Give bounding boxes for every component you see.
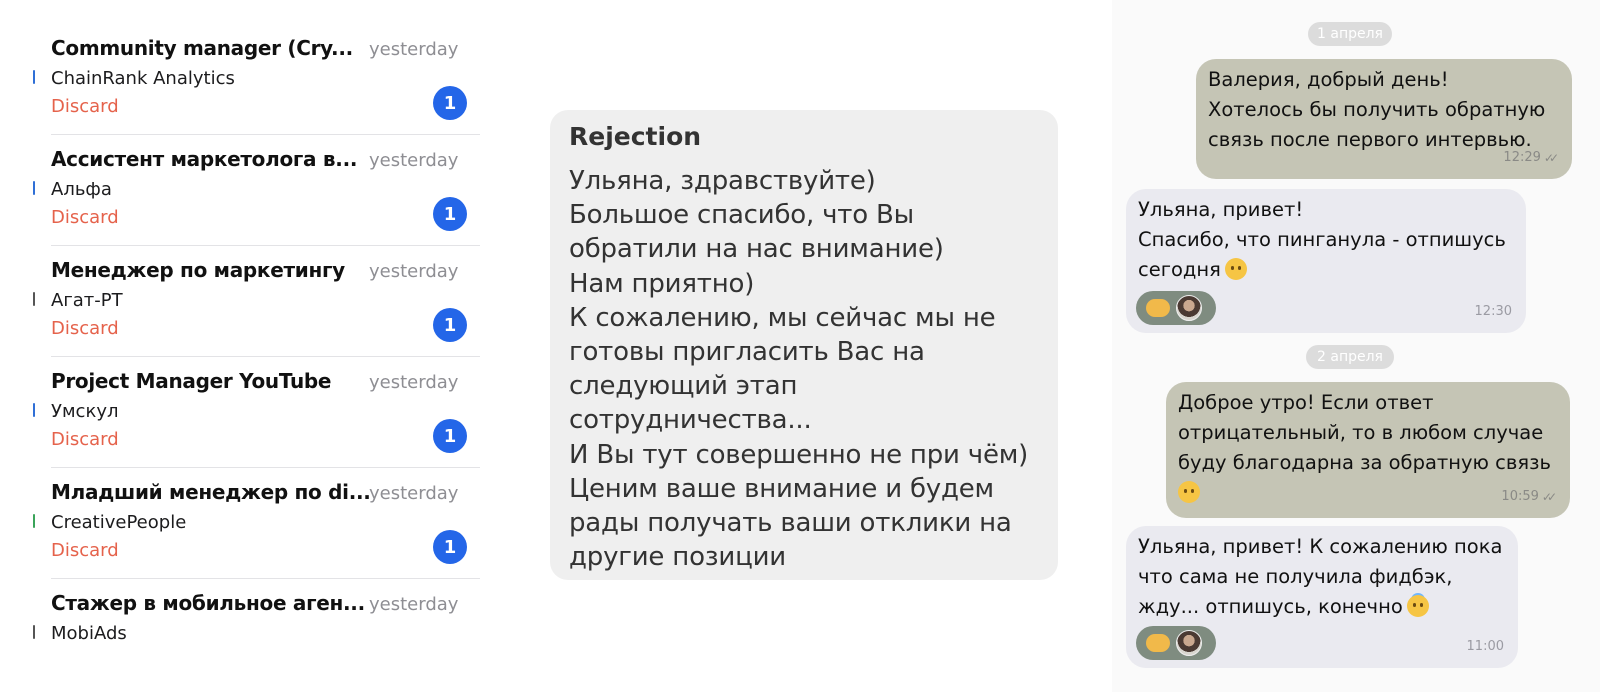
rejection-text-line: сотрудничества... (569, 405, 812, 436)
avatar (1176, 630, 1202, 656)
job-company: ChainRank Analytics (51, 68, 235, 89)
smiling-face-icon (1178, 481, 1200, 503)
job-title: Community manager (Cry... (51, 36, 353, 60)
discard-link[interactable]: Discard (51, 96, 119, 117)
message-text-end: сегодня (1138, 258, 1221, 281)
rejection-text-line: К сожалению, мы сейчас мы не (569, 302, 996, 333)
message-meta: 11:00 (1467, 632, 1504, 662)
job-timestamp: yesterday (369, 483, 459, 504)
message-time: 12:30 (1474, 304, 1512, 319)
discard-link[interactable]: Discard (51, 429, 119, 450)
job-company: MobiAds (51, 623, 127, 644)
message-text-end: жду... отпишусь, конечно (1138, 595, 1403, 618)
job-company: Умскул (51, 401, 119, 422)
message-text: Спасибо, что пинганула - отпишусь (1138, 228, 1506, 251)
rejection-text-line: обратили на нас внимание) (569, 234, 944, 265)
discard-link[interactable]: Discard (51, 540, 119, 561)
job-timestamp: yesterday (369, 150, 459, 171)
message-text: что сама не получила фидбэк, (1138, 565, 1453, 588)
handshake-icon (1146, 299, 1170, 317)
job-timestamp: yesterday (369, 594, 459, 615)
read-checkmarks-icon: ✓✓ (1541, 490, 1557, 504)
rejection-text-line: Нам приятно) (569, 268, 755, 299)
rejection-message-card: Rejection Ульяна, здравствуйте) Большое … (550, 110, 1058, 580)
rejection-text-line: следующий этап (569, 371, 798, 402)
job-title: Стажер в мобильное аген... (51, 591, 365, 615)
status-edge (33, 181, 35, 195)
handshake-icon (1146, 634, 1170, 652)
job-title: Младший менеджер по di... (51, 480, 371, 504)
job-title: Менеджер по маркетингу (51, 258, 345, 282)
job-item[interactable]: Стажер в мобильное аген... yesterday Mob… (33, 579, 480, 650)
read-checkmarks-icon: ✓✓ (1543, 151, 1559, 165)
unread-badge: 1 (433, 419, 467, 453)
outgoing-message[interactable]: Доброе утро! Если ответ отрицательный, т… (1166, 382, 1570, 518)
date-separator: 1 апреля (1308, 22, 1392, 46)
job-item[interactable]: Младший менеджер по di... yesterday Crea… (33, 468, 480, 579)
message-text: Ульяна, привет! (1138, 198, 1304, 221)
message-text: Валерия, добрый день! (1208, 68, 1449, 91)
discard-link[interactable]: Discard (51, 207, 119, 228)
job-timestamp: yesterday (369, 372, 459, 393)
rejection-title: Rejection (569, 122, 702, 151)
message-text: Хотелось бы получить обратную (1208, 98, 1546, 121)
message-text: отрицательный, то в любом случае (1178, 421, 1544, 444)
rejection-text-line: другие позиции (569, 542, 787, 573)
chat-thread: 1 апреля Валерия, добрый день! Хотелось … (1112, 0, 1600, 692)
message-meta: 12:29 ✓✓ (1503, 143, 1559, 173)
smiling-face-with-halo-icon (1406, 595, 1429, 617)
message-text: Доброе утро! Если ответ (1178, 391, 1434, 414)
status-edge (33, 625, 35, 639)
job-title: Ассистент маркетолога в... (51, 147, 358, 171)
job-timestamp: yesterday (369, 261, 459, 282)
unread-badge: 1 (433, 197, 467, 231)
message-text: жду... отпишусь, конечно (1138, 592, 1504, 622)
reaction-chip[interactable] (1136, 626, 1216, 660)
message-time: 12:29 (1503, 150, 1541, 165)
unread-badge: 1 (433, 86, 467, 120)
status-edge (33, 403, 35, 417)
unread-badge: 1 (433, 530, 467, 564)
message-time: 10:59 (1501, 489, 1539, 504)
job-title: Project Manager YouTube (51, 369, 332, 393)
job-company: Агат-РТ (51, 290, 123, 311)
job-item[interactable]: Project Manager YouTube yesterday Умскул… (33, 357, 480, 468)
incoming-message[interactable]: Ульяна, привет! Спасибо, что пинганула -… (1126, 189, 1526, 333)
upside-down-face-icon (1224, 258, 1247, 280)
job-list: Community manager (Cry... yesterday Chai… (0, 24, 480, 650)
message-meta: 12:30 (1475, 297, 1512, 327)
rejection-text-line: готовы пригласить Вас на (569, 337, 925, 368)
job-company: CreativePeople (51, 512, 187, 533)
status-edge (33, 292, 35, 306)
outgoing-message[interactable]: Валерия, добрый день! Хотелось бы получи… (1196, 59, 1572, 179)
avatar (1176, 295, 1202, 321)
message-text (1178, 478, 1556, 508)
message-text: сегодня (1138, 255, 1512, 285)
message-text: буду благодарна за обратную связь (1178, 451, 1551, 474)
incoming-message[interactable]: Ульяна, привет! К сожалению пока что сам… (1126, 526, 1518, 668)
job-item[interactable]: Менеджер по маркетингу yesterday Агат-РТ… (33, 246, 480, 357)
rejection-text-line: Большое спасибо, что Вы (569, 200, 914, 231)
unread-badge: 1 (433, 308, 467, 342)
status-edge (33, 70, 35, 84)
job-timestamp: yesterday (369, 39, 459, 60)
message-meta: 10:59 ✓✓ (1501, 482, 1557, 512)
rejection-text-line: Ульяна, здравствуйте) (569, 166, 876, 196)
discard-link[interactable]: Discard (51, 318, 119, 339)
rejection-text-line: Ценим ваше внимание и будем (569, 473, 994, 504)
status-edge (33, 514, 35, 528)
reaction-chip[interactable] (1136, 291, 1216, 325)
job-item[interactable]: Ассистент маркетолога в... yesterday Аль… (33, 135, 480, 246)
rejection-text-line: рады получать ваши отклики на (569, 508, 1012, 539)
job-item[interactable]: Community manager (Cry... yesterday Chai… (33, 24, 480, 135)
date-separator: 2 апреля (1306, 345, 1394, 369)
message-time: 11:00 (1466, 639, 1504, 654)
message-text: Ульяна, привет! К сожалению пока (1138, 535, 1503, 558)
rejection-text-line: И Вы тут совершенно не при чём) (569, 439, 1029, 470)
job-company: Альфа (51, 179, 112, 200)
